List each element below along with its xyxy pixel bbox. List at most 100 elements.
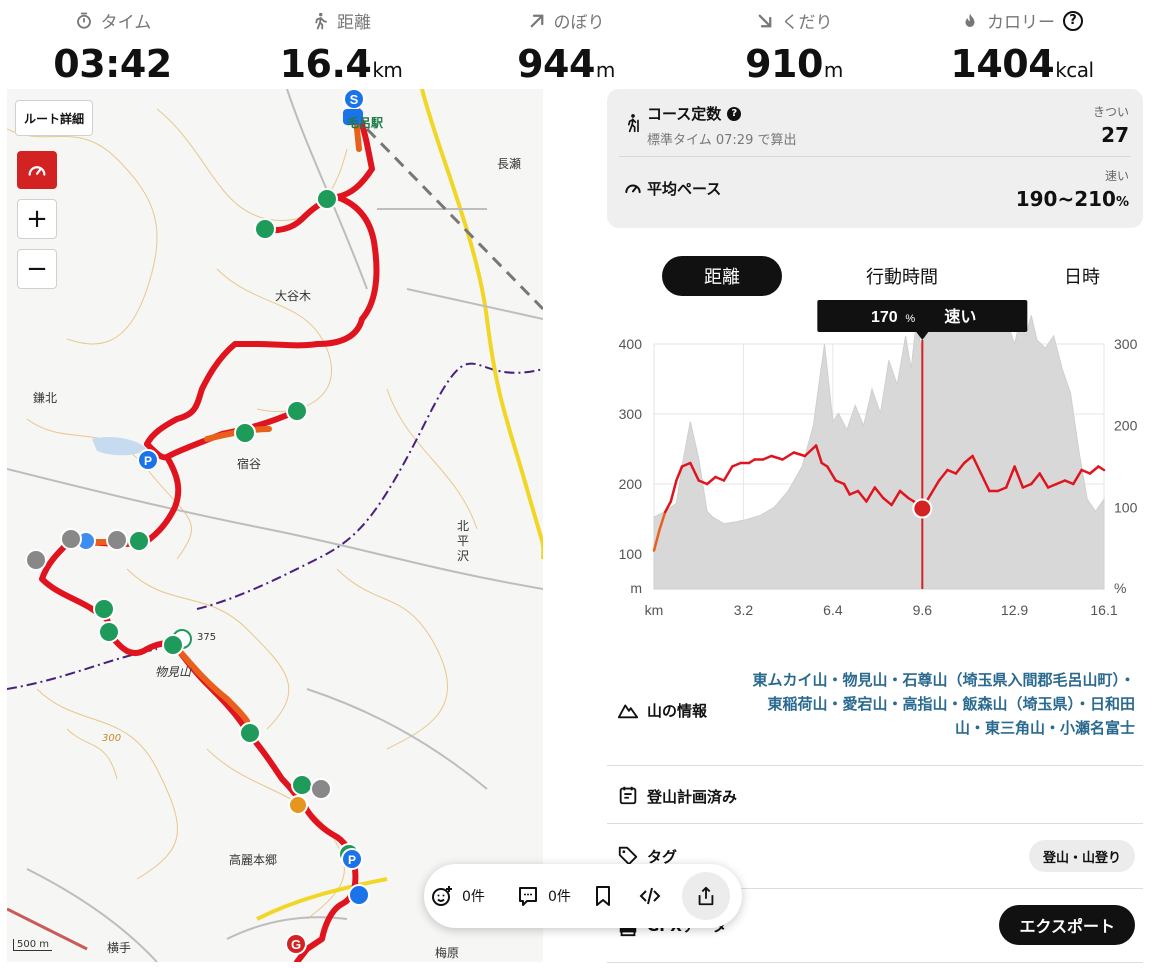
x-unit-label: km (645, 602, 664, 618)
stats-header: タイム 03:42 距離 16.4km のぼり 944m くだり 910m カロ… (0, 0, 1154, 90)
x-tick-label: 3.2 (734, 602, 754, 618)
share-icon (698, 886, 714, 906)
tag-pill[interactable]: 登山・山登り (1028, 840, 1135, 872)
pace-rating: 速い (1104, 169, 1129, 183)
map-label: 物見山 (155, 665, 192, 679)
plan-status: 登山計画済み (647, 788, 738, 806)
chart-tooltip (817, 300, 1028, 332)
help-icon[interactable]: ? (1063, 10, 1083, 31)
stat-label: くだり (781, 13, 833, 33)
y-left-tick-label: 300 (619, 406, 643, 422)
map-label: 梅原 (435, 946, 460, 960)
chart-tabs: 距離 行動時間 日時 (607, 256, 1143, 296)
svg-text:P: P (348, 853, 356, 867)
svg-text:G: G (291, 937, 301, 952)
map-label-station: 毛呂駅 (347, 116, 384, 130)
x-tick-label: 9.6 (913, 602, 933, 618)
stat-unit: m (595, 58, 615, 82)
y-right-tick-label: 200 (1114, 418, 1138, 434)
mountain-links[interactable]: 東ムカイ山・物見山・石尊山（埼玉県入間郡毛呂山町）・東稲荷山・愛宕山・高指山・飯… (745, 668, 1135, 740)
tag-icon (618, 846, 638, 866)
stat-value: 1404 (950, 42, 1055, 86)
tab-moving-time[interactable]: 行動時間 (842, 256, 962, 296)
avg-pace-title: 平均ペース (647, 180, 722, 198)
add-reaction-icon (432, 886, 452, 906)
map-scale: 500 m (13, 939, 53, 951)
chart-svg[interactable]: 400 300 200 100 3.2 6.4 9.6 12.9 16.1 300 200 100 m%… (607, 278, 1154, 630)
y-right-unit-label: % (1114, 580, 1126, 596)
stat-label: のぼり (553, 13, 605, 33)
walker-icon (315, 12, 327, 29)
tooltip-value: 170 (871, 309, 898, 326)
y-left-tick-label: 100 (619, 546, 643, 562)
map-label: 長瀬 (497, 157, 522, 171)
flame-icon (965, 13, 975, 27)
cursor-marker (912, 498, 933, 519)
x-tick-label: 16.1 (1090, 602, 1117, 618)
map-label: 横手 (107, 941, 132, 955)
stat-label: 距離 (337, 13, 371, 33)
course-constant-subtitle: 標準タイム 07:29 で算出 (647, 133, 797, 148)
stat-value: 944 (517, 42, 595, 86)
arrow-up-right-icon (530, 14, 543, 27)
bookmark-button[interactable] (591, 864, 615, 928)
course-info-card: コース定数 ? 標準タイム 07:29 で算出 きつい 27 平均ペース 速い … (607, 89, 1143, 228)
mountain-info-row: 山の情報 東ムカイ山・物見山・石尊山（埼玉県入間郡毛呂山町）・東稲荷山・愛宕山・… (607, 666, 1143, 766)
pace-unit: % (1115, 195, 1129, 210)
map-label: 北平沢 (457, 519, 470, 563)
arrow-down-right-icon (758, 14, 771, 27)
map-label: 375 (197, 632, 217, 643)
help-icon[interactable]: ? (727, 106, 742, 121)
plan-row: 登山計画済み (607, 766, 1143, 824)
share-button[interactable] (682, 872, 730, 920)
course-constant-value: 27 (1101, 123, 1129, 147)
stat-unit: kcal (1055, 58, 1094, 82)
mountain-icon (617, 704, 639, 719)
code-icon (639, 887, 661, 905)
reactions-count: 0件 (462, 889, 485, 905)
tooltip-label: 速い (944, 308, 976, 326)
course-rating: きつい (1092, 105, 1129, 119)
comments-count: 0件 (548, 889, 571, 905)
stat-label: カロリー (987, 13, 1055, 33)
y-right-tick-label: 300 (1114, 336, 1138, 352)
map-label: 300 (102, 733, 122, 744)
route-detail-button[interactable]: ルート詳細 (15, 100, 93, 136)
elevation-pace-chart[interactable]: 400 300 200 100 3.2 6.4 9.6 12.9 16.1 300 200 100 m%… (607, 278, 1154, 630)
calendar-icon (619, 786, 637, 805)
stat-value: 910 (745, 42, 823, 86)
stat-unit: km (372, 58, 403, 82)
bookmark-icon (596, 886, 610, 906)
stat-value: 03:42 (53, 42, 172, 86)
stat-label: タイム (100, 13, 152, 33)
pace-value: 190~210 (1015, 187, 1116, 211)
timer-icon (76, 12, 91, 29)
speedometer-icon (625, 184, 641, 194)
speedometer-icon (28, 166, 46, 176)
stat-unit: m (823, 58, 843, 82)
y-left-tick-label: 400 (619, 336, 643, 352)
map-label: 宿谷 (237, 457, 262, 471)
map-label: 大谷木 (275, 289, 312, 303)
comment-button[interactable]: 0件 (516, 864, 571, 928)
map-label: 高麗本郷 (229, 853, 278, 867)
mountain-info-title: 山の情報 (647, 702, 708, 720)
action-bar: 0件 0件 (424, 864, 742, 928)
reaction-button[interactable]: 0件 (430, 864, 485, 928)
tab-datetime[interactable]: 日時 (1022, 256, 1142, 296)
zoom-out-button[interactable]: − (17, 249, 57, 289)
svg-text:S: S (350, 92, 359, 107)
course-constant-title: コース定数 (647, 105, 722, 123)
zoom-in-button[interactable]: + (17, 199, 57, 239)
map-label: 鎌北 (33, 391, 58, 405)
embed-button[interactable] (638, 864, 662, 928)
pace-layer-button[interactable] (17, 151, 57, 189)
route-map[interactable]: S P P G ルート詳細 + − 毛呂駅 大谷木 宿谷 鎌北 長瀬 北平沢 物… (7, 89, 543, 962)
export-button[interactable]: エクスポート (999, 905, 1135, 945)
y-left-tick-label: 200 (619, 476, 643, 492)
tab-distance[interactable]: 距離 (662, 256, 782, 296)
x-tick-label: 12.9 (1001, 602, 1028, 618)
stat-value: 16.4 (279, 42, 372, 86)
hiker-icon (628, 114, 639, 133)
comment-icon (519, 887, 537, 906)
